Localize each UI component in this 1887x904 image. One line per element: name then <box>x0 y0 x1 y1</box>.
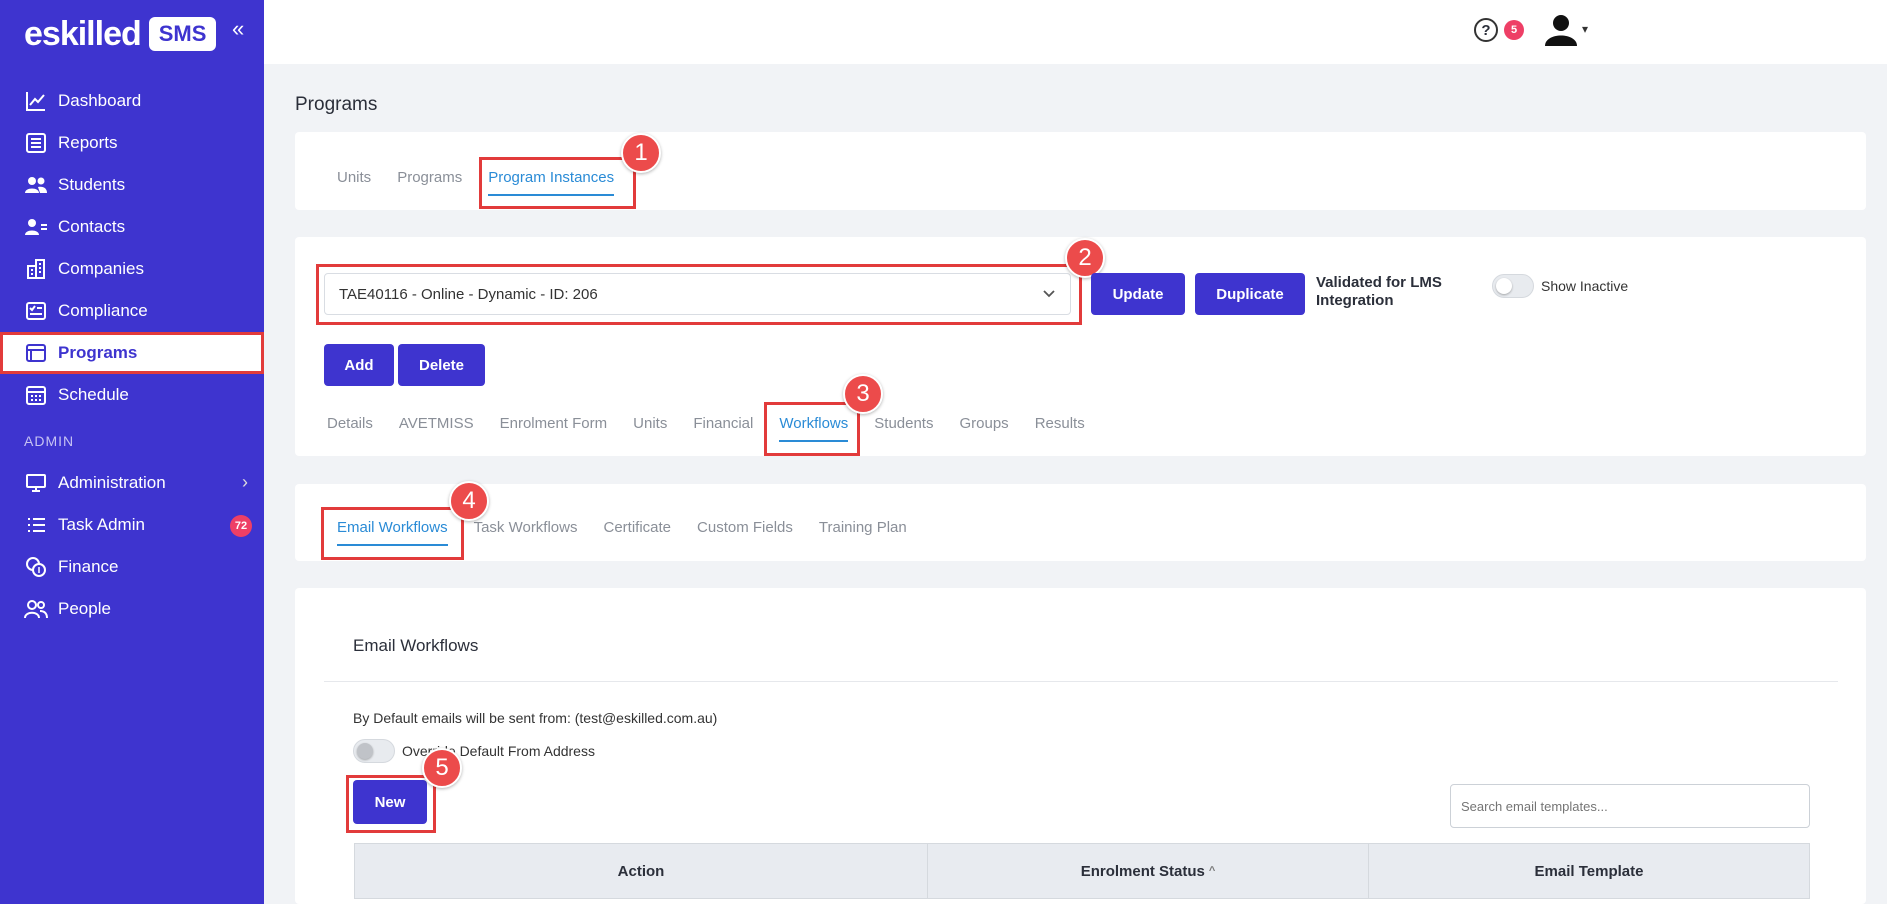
contact-icon <box>24 215 48 239</box>
sidebar-item-companies[interactable]: Companies <box>0 248 264 290</box>
tab-enrolment-form[interactable]: Enrolment Form <box>500 415 608 442</box>
highlight-email-workflows-tab <box>321 507 464 560</box>
sidebar-item-label: Administration <box>58 473 166 492</box>
task-count-badge: 72 <box>230 515 252 537</box>
sidebar-nav: Dashboard Reports Students Contacts Comp… <box>0 80 264 630</box>
column-header-action[interactable]: Action <box>355 844 928 898</box>
tab-certificate[interactable]: Certificate <box>604 519 672 546</box>
sidebar-item-contacts[interactable]: Contacts <box>0 206 264 248</box>
tab-groups[interactable]: Groups <box>959 415 1008 442</box>
list-icon <box>24 513 48 537</box>
search-email-templates-input[interactable] <box>1450 784 1810 828</box>
duplicate-button[interactable]: Duplicate <box>1195 273 1305 315</box>
browser-window-icon <box>24 341 48 365</box>
sidebar-item-finance[interactable]: Finance <box>0 546 264 588</box>
sidebar-item-reports[interactable]: Reports <box>0 122 264 164</box>
sidebar-item-label: People <box>58 599 111 618</box>
step-marker-4: 4 <box>449 481 489 521</box>
column-header-enrolment-status[interactable]: Enrolment Status ^ <box>928 844 1369 898</box>
column-header-label: Enrolment Status <box>1080 862 1205 880</box>
highlight-workflows-tab <box>764 402 860 456</box>
people-icon <box>24 597 48 621</box>
help-icon[interactable]: ? <box>1474 18 1498 42</box>
collapse-sidebar-icon[interactable]: « <box>232 16 244 42</box>
sidebar-item-label: Task Admin <box>58 515 145 534</box>
tab-students[interactable]: Students <box>874 415 933 442</box>
step-marker-1: 1 <box>621 133 661 173</box>
highlight-program-instances <box>479 157 636 209</box>
top-bar <box>264 0 1887 64</box>
default-from-text: By Default emails will be sent from: (te… <box>353 710 718 726</box>
users-icon <box>24 173 48 197</box>
sidebar: eskilled SMS « Dashboard Reports Student… <box>0 0 264 904</box>
monitor-icon <box>24 471 48 495</box>
add-button[interactable]: Add <box>324 344 394 386</box>
step-marker-5: 5 <box>422 748 462 788</box>
building-icon <box>24 257 48 281</box>
brand-logo[interactable]: eskilled SMS <box>24 12 217 56</box>
sort-ascending-icon: ^ <box>1208 865 1216 877</box>
sidebar-item-label: Programs <box>58 343 138 362</box>
sidebar-item-label: Schedule <box>58 385 129 404</box>
user-avatar-icon[interactable] <box>1544 14 1578 51</box>
document-list-icon <box>24 131 48 155</box>
sidebar-item-students[interactable]: Students <box>0 164 264 206</box>
tab-results[interactable]: Results <box>1035 415 1085 442</box>
tab-units[interactable]: Units <box>633 415 667 442</box>
page-title: Programs <box>295 94 378 115</box>
notification-badge: 5 <box>1504 20 1524 40</box>
sidebar-item-schedule[interactable]: Schedule <box>0 374 264 416</box>
sidebar-item-people[interactable]: People <box>0 588 264 630</box>
step-marker-2: 2 <box>1065 238 1105 278</box>
sidebar-item-compliance[interactable]: Compliance <box>0 290 264 332</box>
override-from-toggle[interactable] <box>353 739 395 763</box>
email-workflows-title: Email Workflows <box>353 636 479 655</box>
chart-line-icon <box>24 89 48 113</box>
sidebar-item-administration[interactable]: Administration › <box>0 462 264 504</box>
sidebar-item-label: Students <box>58 175 126 194</box>
step-marker-3: 3 <box>843 374 883 414</box>
sidebar-item-task-admin[interactable]: Task Admin 72 <box>0 504 264 546</box>
sidebar-item-label: Companies <box>58 259 144 278</box>
checklist-icon <box>24 299 48 323</box>
sidebar-item-label: Dashboard <box>58 91 142 110</box>
show-inactive-toggle[interactable] <box>1492 274 1534 298</box>
chevron-right-icon: › <box>242 472 248 492</box>
column-header-email-template[interactable]: Email Template <box>1369 844 1809 898</box>
tab-custom-fields[interactable]: Custom Fields <box>697 519 793 546</box>
coins-icon <box>24 555 48 579</box>
sidebar-item-programs[interactable]: Programs <box>0 332 264 374</box>
sidebar-item-label: Finance <box>58 557 119 576</box>
calendar-icon <box>24 383 48 407</box>
section-divider <box>324 681 1838 682</box>
user-menu-caret-icon[interactable]: ▾ <box>1582 22 1588 36</box>
column-header-label: Action <box>617 862 665 880</box>
highlight-program-instance-select <box>316 264 1082 325</box>
tab-financial[interactable]: Financial <box>693 415 753 442</box>
tab-avetmiss[interactable]: AVETMISS <box>399 415 474 442</box>
sidebar-item-label: Compliance <box>58 301 148 320</box>
brand-name: eskilled <box>24 14 142 53</box>
detail-tabs: Details AVETMISS Enrolment Form Units Fi… <box>327 415 1111 442</box>
update-button[interactable]: Update <box>1091 273 1185 315</box>
validated-lms-label: Validated for LMS Integration <box>1316 274 1442 309</box>
tab-task-workflows[interactable]: Task Workflows <box>474 519 578 546</box>
highlight-new-button <box>346 775 436 833</box>
column-header-label: Email Template <box>1534 862 1644 880</box>
tab-details[interactable]: Details <box>327 415 373 442</box>
tab-training-plan[interactable]: Training Plan <box>819 519 907 546</box>
sidebar-item-label: Contacts <box>58 217 126 236</box>
brand-badge: SMS <box>148 17 217 51</box>
sidebar-section-admin: ADMIN <box>24 433 75 449</box>
tab-units[interactable]: Units <box>337 169 371 196</box>
sidebar-item-dashboard[interactable]: Dashboard <box>0 80 264 122</box>
email-workflows-table-header: Action Enrolment Status ^ Email Template <box>354 843 1810 899</box>
show-inactive-label: Show Inactive <box>1541 278 1629 294</box>
sidebar-item-label: Reports <box>58 133 118 152</box>
tab-programs[interactable]: Programs <box>397 169 462 196</box>
delete-button[interactable]: Delete <box>398 344 485 386</box>
